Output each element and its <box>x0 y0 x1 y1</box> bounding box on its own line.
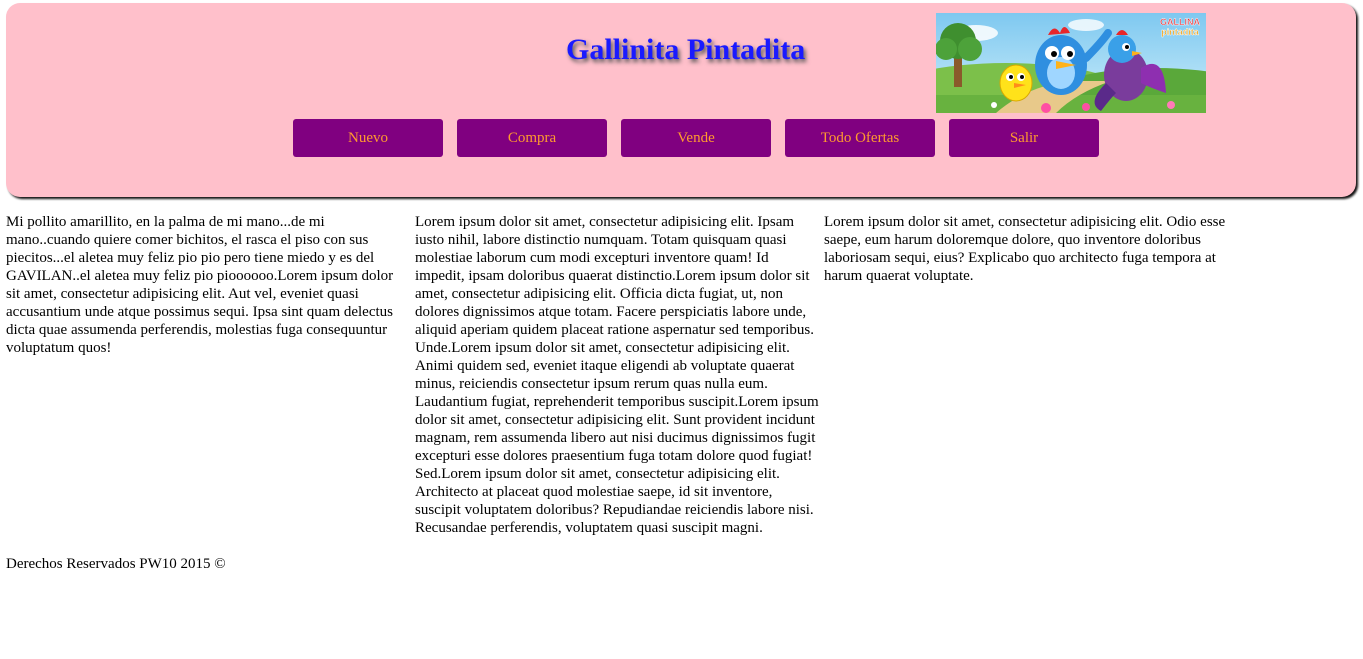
banner-logo-line1: GALLINA <box>1160 17 1200 27</box>
banner-logo-line2: pintadita <box>1161 27 1199 37</box>
nav-item-compra[interactable]: Compra <box>457 119 607 157</box>
nav-item-vende[interactable]: Vende <box>621 119 771 157</box>
banner-illustration: GALLINA pintadita <box>936 13 1206 113</box>
site-title: Gallinita Pintadita <box>566 33 806 66</box>
content-column-2: Lorem ipsum dolor sit amet, consectetur … <box>415 213 821 537</box>
footer: Derechos Reservados PW10 2015 © <box>6 555 226 573</box>
article-text: Lorem ipsum dolor sit amet, consectetur … <box>824 214 1226 284</box>
article-text: Mi pollito amarillito, en la palma de mi… <box>6 214 394 356</box>
banner-image: GALLINA pintadita <box>936 13 1206 113</box>
nav-item-todo-ofertas[interactable]: Todo Ofertas <box>785 119 935 157</box>
nav-item-salir[interactable]: Salir <box>949 119 1099 157</box>
article-text: Lorem ipsum dolor sit amet, consectetur … <box>415 214 819 536</box>
content-column-3: Lorem ipsum dolor sit amet, consectetur … <box>824 213 1226 285</box>
footer-copyright: Derechos Reservados PW10 2015 © <box>6 556 226 572</box>
site-header: Gallinita Pintadita GALLINA pintadita Nu… <box>6 3 1356 197</box>
nav-item-nuevo[interactable]: Nuevo <box>293 119 443 157</box>
content-column-1: Mi pollito amarillito, en la palma de mi… <box>6 213 406 357</box>
